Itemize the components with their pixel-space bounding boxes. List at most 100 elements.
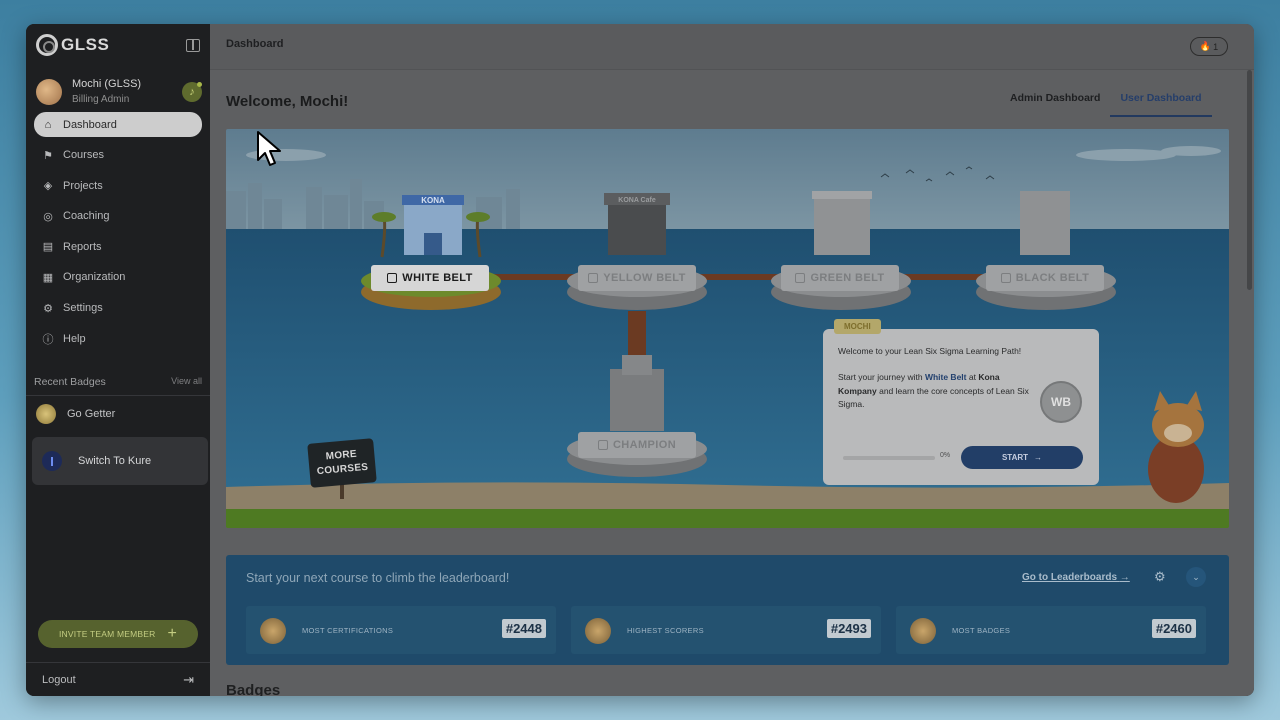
invite-team-member-button[interactable]: INVITE TEAM MEMBER + xyxy=(38,620,198,648)
badges-heading: Badges xyxy=(226,682,281,696)
gear-icon[interactable]: ⚙ xyxy=(1154,569,1166,585)
grass xyxy=(226,509,1229,528)
user-name: Mochi (GLSS) xyxy=(72,78,142,90)
stat-rank: #2460 xyxy=(1151,619,1196,638)
mochi-message: Welcome to your Lean Six Sigma Learning … xyxy=(838,345,1038,411)
more-courses-sign[interactable]: MORE COURSES xyxy=(307,438,377,488)
sidebar-item-coaching[interactable]: ◎ Coaching xyxy=(34,204,202,229)
island-name: YELLOW BELT xyxy=(603,272,686,284)
tab-user-dashboard[interactable]: User Dashboard xyxy=(1110,92,1212,117)
projects-icon: ◈ xyxy=(43,180,53,193)
stat-highest-scorers[interactable]: HIGHEST SCORERS #2493 xyxy=(571,606,881,654)
sidebar-item-dashboard[interactable]: ⌂ Dashboard xyxy=(34,112,202,137)
logo-row: GLSS xyxy=(36,32,200,58)
welcome-heading: Welcome, Mochi! xyxy=(226,93,349,110)
building-sign-cafe: KONA Cafe xyxy=(618,197,656,204)
recent-badge-item[interactable]: Go Getter xyxy=(36,404,115,424)
sidebar-item-projects[interactable]: ◈ Projects xyxy=(34,173,202,198)
mouse-cursor-icon xyxy=(257,131,281,166)
user-role: Billing Admin xyxy=(72,94,130,105)
trophy-icon xyxy=(585,618,611,644)
cloud xyxy=(1076,149,1176,161)
white-belt-link[interactable]: White Belt xyxy=(925,372,967,382)
island-name: WHITE BELT xyxy=(402,272,473,284)
dashboard-tabs: Admin Dashboard User Dashboard xyxy=(1010,92,1212,117)
streak-badge[interactable]: 🔥 1 xyxy=(1190,37,1228,56)
switch-org-button[interactable]: Switch To Kure xyxy=(32,437,208,485)
scrollbar[interactable] xyxy=(1247,70,1252,290)
courses-icon: ⚑ xyxy=(43,149,53,162)
lock-icon xyxy=(1000,273,1011,283)
beach xyxy=(226,482,1229,511)
stat-rank: #2448 xyxy=(501,619,546,638)
champion-label[interactable]: CHAMPION xyxy=(578,432,696,458)
glss-logo[interactable]: GLSS xyxy=(36,34,109,56)
avatar xyxy=(36,79,62,105)
lock-icon xyxy=(597,440,608,450)
island-name: CHAMPION xyxy=(612,439,677,451)
mochi-paragraph2: Start your journey with White Belt at Ko… xyxy=(838,371,1038,411)
gear-icon: ⚙ xyxy=(43,302,53,315)
lock-icon xyxy=(588,273,599,283)
sidebar-item-help[interactable]: ⓘ Help xyxy=(34,326,202,351)
mochi-text-part: Start your journey with xyxy=(838,372,925,383)
help-icon: ⓘ xyxy=(42,333,54,346)
tab-admin-dashboard[interactable]: Admin Dashboard xyxy=(1010,92,1100,117)
bell-icon[interactable]: ♪ xyxy=(182,82,202,102)
island-white: KONA xyxy=(361,195,501,310)
main-content: Dashboard 🔥 1 Welcome, Mochi! Admin Dash… xyxy=(210,24,1254,696)
arrow-right-icon: → xyxy=(1119,572,1130,583)
yellow-belt-label[interactable]: YELLOW BELT xyxy=(578,265,696,291)
course-progress-bar xyxy=(843,456,935,460)
chevron-down-icon[interactable]: ⌄ xyxy=(1186,567,1206,587)
home-icon: ⌂ xyxy=(44,118,52,131)
start-label: START xyxy=(1001,453,1029,462)
arrow-right-icon: → xyxy=(1034,453,1043,462)
sidebar-item-settings[interactable]: ⚙ Settings xyxy=(34,296,202,321)
white-belt-label[interactable]: WHITE BELT xyxy=(371,265,489,291)
sidebar-item-courses[interactable]: ⚑ Courses xyxy=(34,143,202,168)
kure-logo-icon xyxy=(42,451,62,471)
mochi-text-part: at xyxy=(966,372,979,383)
start-button[interactable]: START → xyxy=(961,446,1083,469)
badge-coin-icon xyxy=(36,404,56,424)
user-info: Mochi (GLSS) Billing Admin xyxy=(72,77,182,107)
organization-icon: ▦ xyxy=(42,271,54,284)
sidebar-item-reports[interactable]: ▤ Reports xyxy=(34,234,202,259)
green-belt-label[interactable]: GREEN BELT xyxy=(781,265,899,291)
black-belt-label[interactable]: BLACK BELT xyxy=(986,265,1104,291)
sidebar: GLSS Mochi (GLSS) Billing Admin ♪ ⌂ Dash… xyxy=(26,24,210,696)
app-window: GLSS Mochi (GLSS) Billing Admin ♪ ⌂ Dash… xyxy=(26,24,1254,696)
sidebar-item-label: Organization xyxy=(63,271,126,284)
stat-most-certifications[interactable]: MOST CERTIFICATIONS #2448 xyxy=(246,606,556,654)
logout-label: Logout xyxy=(42,673,76,686)
sidebar-item-label: Help xyxy=(63,332,86,345)
white-belt-badge-icon: WB xyxy=(1040,381,1082,423)
sidebar-item-label: Reports xyxy=(63,240,102,253)
topbar: Dashboard 🔥 1 xyxy=(210,24,1254,70)
recent-badges-header: Recent Badges View all xyxy=(34,376,202,388)
belt-icon xyxy=(387,273,398,283)
sidebar-collapse-icon[interactable] xyxy=(186,38,200,52)
stat-rank: #2493 xyxy=(826,619,871,638)
sidebar-item-label: Settings xyxy=(63,302,103,315)
lock-icon xyxy=(795,273,806,283)
sidebar-item-organization[interactable]: ▦ Organization xyxy=(34,265,202,290)
recent-badge-label: Go Getter xyxy=(67,408,116,420)
stat-most-badges[interactable]: MOST BADGES #2460 xyxy=(896,606,1206,654)
cloud xyxy=(1161,146,1221,156)
go-to-leaderboards-link[interactable]: Go to Leaderboards → xyxy=(1022,572,1130,583)
user-profile[interactable]: Mochi (GLSS) Billing Admin ♪ xyxy=(36,76,202,108)
invite-label: INVITE TEAM MEMBER xyxy=(58,629,156,639)
logout-button[interactable]: Logout ⇥ xyxy=(26,662,210,696)
coaching-icon: ◎ xyxy=(43,210,53,223)
leaderboards-link-label: Go to Leaderboards xyxy=(1022,572,1118,583)
recent-badges-title: Recent Badges xyxy=(34,376,106,388)
leaderboard-panel: Start your next course to climb the lead… xyxy=(226,555,1229,665)
mochi-welcome-card: MOCHI Welcome to your Lean Six Sigma Lea… xyxy=(823,319,1099,485)
logout-icon: ⇥ xyxy=(183,671,194,687)
building-sign-kona: KONA xyxy=(421,196,445,205)
reports-icon: ▤ xyxy=(42,241,54,254)
logo-ring-icon xyxy=(36,34,58,56)
view-all-link[interactable]: View all xyxy=(171,376,202,388)
